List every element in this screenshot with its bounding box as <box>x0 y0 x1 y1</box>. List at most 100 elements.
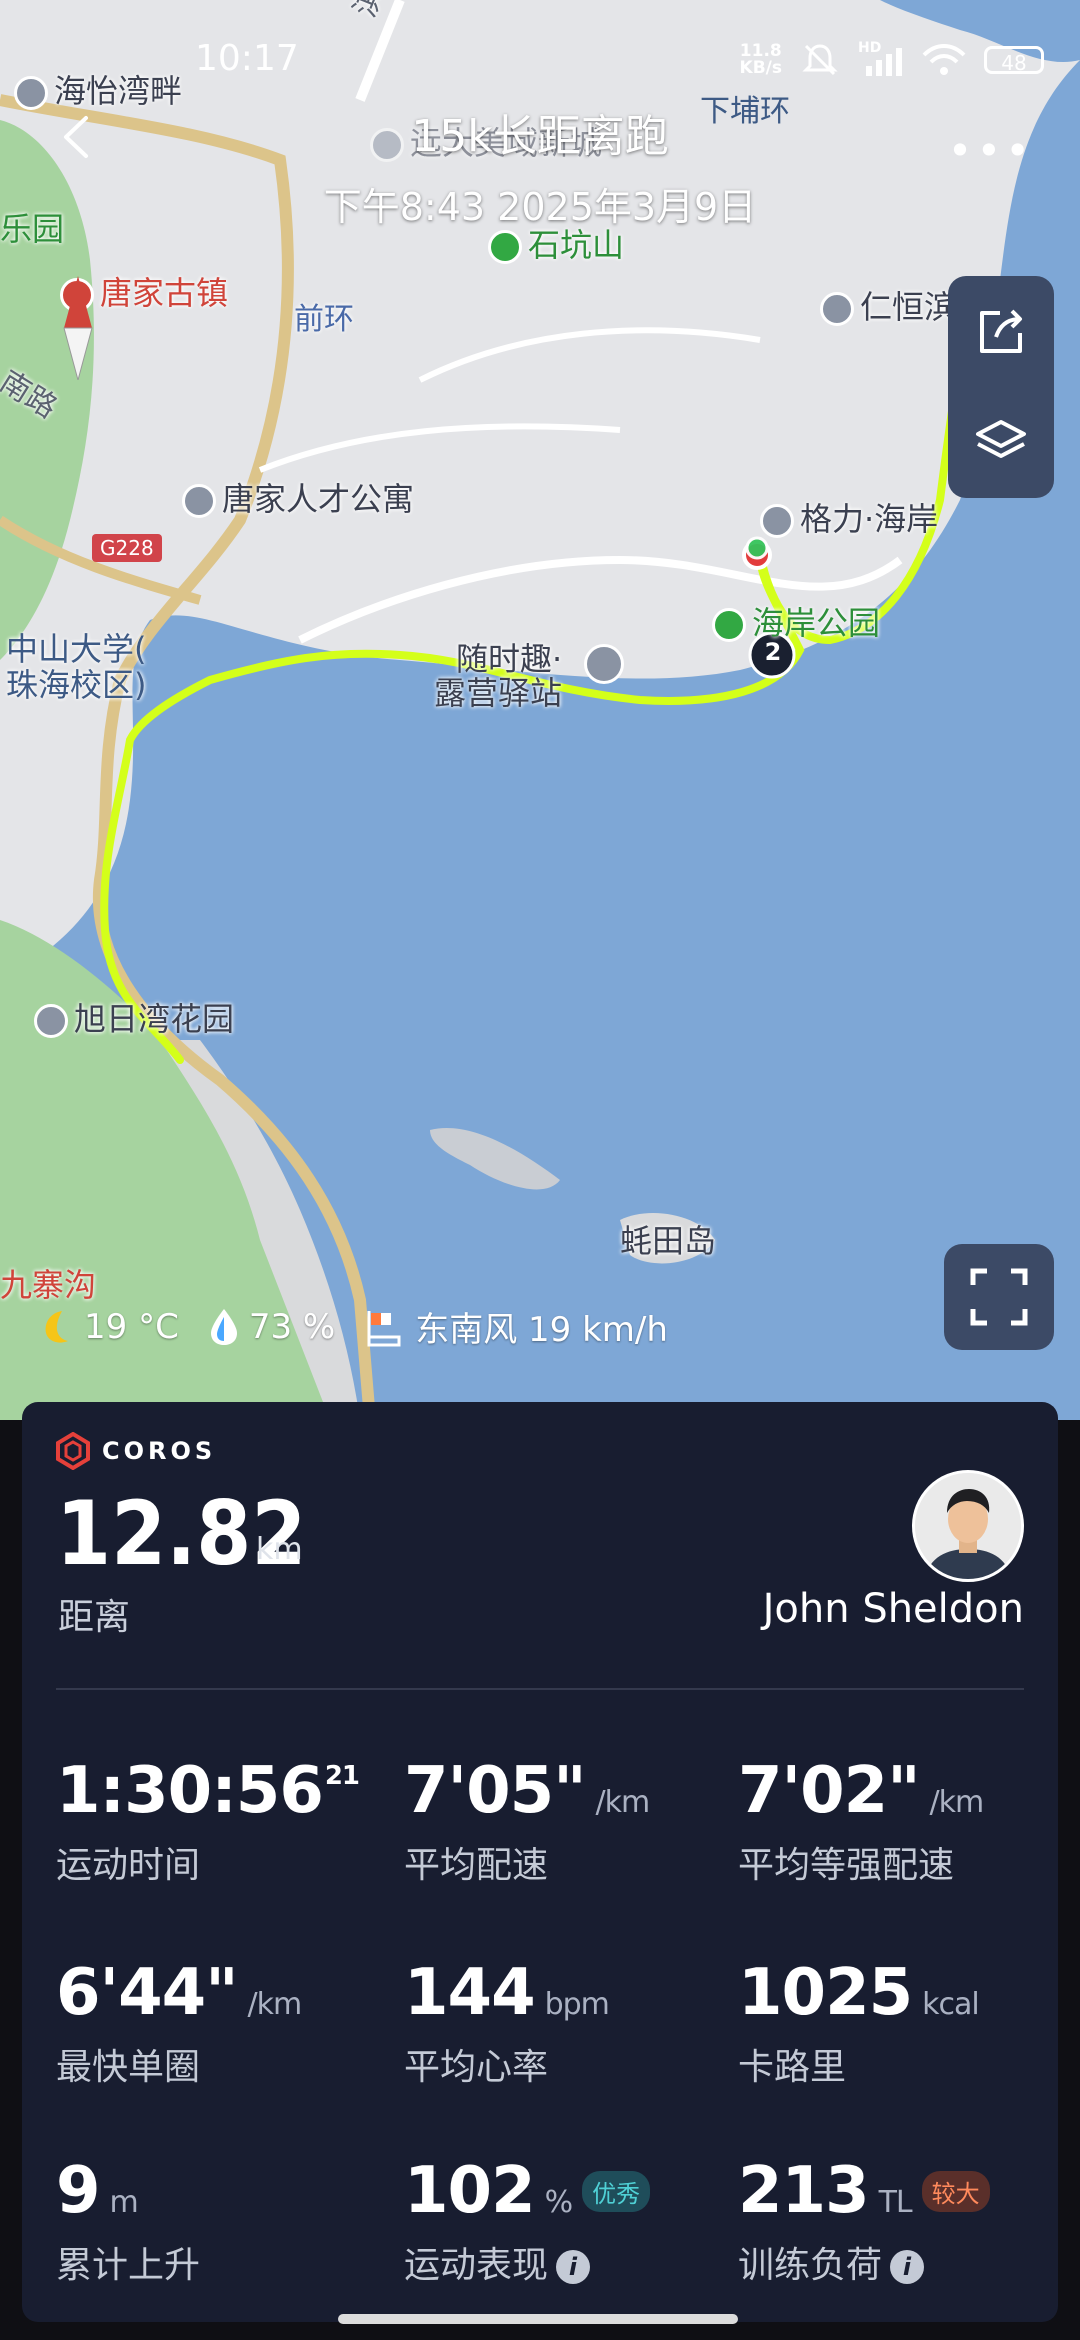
map-label-text: 石坑山 <box>528 226 625 264</box>
stat-value: 1025 kcal <box>738 1956 1068 2030</box>
status-icons: 11.8 KB/s HD 48 <box>740 40 1044 78</box>
poi-pin-icon <box>34 1004 68 1038</box>
stat-number: 1:30:56 <box>56 1754 324 1828</box>
stat-label: 平均心率 <box>404 2047 549 2088</box>
map-label: 九寨沟 <box>0 1266 97 1304</box>
home-indicator[interactable] <box>338 2314 738 2324</box>
wind: 东南风 19 km/h <box>415 1310 668 1350</box>
map-label-text: 海岸公园 <box>752 604 881 642</box>
stat-elevation-gain: 9m 累计上升 <box>56 2154 386 2288</box>
stat-unit: /km <box>595 1785 651 1820</box>
stat-training-load: 213 TL 较大 训练负荷 i <box>738 2154 1068 2288</box>
stat-avg-heart-rate: 144 bpm 平均心率 <box>404 1956 734 2090</box>
weather-row: 19 °C 73 % 东南风 19 km/h <box>36 1302 668 1351</box>
fullscreen-icon <box>970 1268 1028 1326</box>
map-tools <box>948 276 1054 498</box>
more-options-icon[interactable]: ••• <box>948 126 1034 175</box>
stat-value: 9m <box>56 2154 386 2228</box>
distance-label: 距离 <box>58 1597 131 1638</box>
info-icon[interactable]: i <box>556 2250 591 2284</box>
stat-unit: bpm <box>544 1987 610 2022</box>
stat-number: 1025 <box>738 1956 913 2030</box>
activity-datetime: 下午8:43 2025年3月9日 <box>323 185 757 229</box>
stat-performance: 102% 优秀 运动表现 i <box>404 2154 734 2288</box>
map-layers-button[interactable] <box>948 387 1054 498</box>
stat-avg-effort-pace: 7'02"/km 平均等强配速 <box>738 1754 1068 1888</box>
activity-header: 15k长距离跑 下午8:43 2025年3月9日 <box>0 100 1080 231</box>
map-label: 珠海校区) <box>6 666 147 704</box>
wind-flag-icon <box>367 1310 401 1346</box>
status-bar: 10:17 11.8 KB/s HD 48 <box>0 38 1080 88</box>
stat-value: 7'02"/km <box>738 1754 1068 1828</box>
stat-label: 平均等强配速 <box>738 1845 955 1886</box>
avatar[interactable] <box>912 1470 1024 1582</box>
stat-label: 平均配速 <box>404 1845 549 1886</box>
stat-label: 卡路里 <box>738 2047 847 2088</box>
stat-label-row: 训练负荷 i <box>738 2236 1068 2288</box>
stat-number: 9 <box>56 2154 101 2228</box>
stat-unit: % <box>544 2185 573 2220</box>
map-label: 旭日湾花园 <box>34 994 234 1040</box>
humidity: 73 % <box>248 1306 336 1347</box>
brand-name: COROS <box>102 1437 217 1465</box>
stat-calories: 1025 kcal 卡路里 <box>738 1956 1068 2090</box>
map-label-text: 唐家人才公寓 <box>222 480 415 518</box>
layers-icon <box>976 419 1026 458</box>
park-icon <box>712 608 746 642</box>
map-label-text: 旭日湾花园 <box>74 1000 235 1038</box>
training-load-badge: 较大 <box>921 2171 990 2212</box>
stat-label: 运动表现 <box>404 2245 549 2286</box>
battery-icon: 48 <box>984 46 1044 75</box>
compass-icon <box>63 276 93 380</box>
user-avatar-icon <box>915 1473 1021 1579</box>
stat-unit: /km <box>929 1785 985 1820</box>
stat-value: 1:30:5621 <box>56 1754 386 1828</box>
stat-label: 累计上升 <box>56 2245 201 2286</box>
stat-number: 213 <box>738 2154 870 2228</box>
stat-unit: m <box>109 2185 139 2220</box>
stat-duration: 1:30:5621 运动时间 <box>56 1754 386 1888</box>
performance-badge: 优秀 <box>582 2171 651 2212</box>
map-label-text: 唐家古镇 <box>100 274 229 312</box>
network-speed: 11.8 KB/s <box>740 43 782 77</box>
user-name: John Sheldon <box>762 1586 1024 1632</box>
lap-marker: 2 <box>764 638 782 666</box>
network-speed-unit: KB/s <box>739 58 782 78</box>
stat-label: 运动时间 <box>56 1845 201 1886</box>
stat-unit: TL <box>878 2185 913 2220</box>
stat-label-row: 运动表现 i <box>404 2236 734 2288</box>
status-time: 10:17 <box>195 38 299 79</box>
stat-value: 144 bpm <box>404 1956 734 2030</box>
map-label: 露营驿站 <box>434 674 563 712</box>
mute-bell-icon <box>802 44 838 76</box>
map-label: 格力·海岸 <box>760 494 938 540</box>
stat-number: 7'02" <box>738 1754 921 1828</box>
activity-title: 15k长距离跑 <box>411 111 669 162</box>
stat-number: 102 <box>404 2154 536 2228</box>
map-label-text: 格力·海岸 <box>800 500 939 538</box>
map-label: 唐家人才公寓 <box>182 474 414 520</box>
share-icon <box>980 309 1022 353</box>
stat-number: 144 <box>404 1956 536 2030</box>
stat-number: 7'05" <box>404 1754 587 1828</box>
map-label: 蚝田岛 <box>620 1222 717 1260</box>
summary-card: COROS 12.82 km 距离 John Sheldon 1:30:5621… <box>22 1402 1058 2322</box>
stat-value: 102% 优秀 <box>404 2154 734 2228</box>
brand-logo: COROS <box>54 1432 216 1470</box>
highway-shield: G228 <box>92 534 162 562</box>
share-button[interactable] <box>948 276 1054 387</box>
temperature: 19 °C <box>84 1306 179 1347</box>
stat-unit: /km <box>247 1987 303 2022</box>
stat-unit: kcal <box>922 1987 980 2022</box>
stat-label: 最快单圈 <box>56 2047 201 2088</box>
stat-value: 7'05"/km <box>404 1754 734 1828</box>
stat-value: 6'44"/km <box>56 1956 386 2030</box>
coros-logo-icon <box>56 1432 90 1470</box>
poi-pin-icon <box>820 292 854 326</box>
info-icon[interactable]: i <box>890 2250 925 2284</box>
poi-pin-icon <box>760 504 794 538</box>
wifi-icon <box>922 44 966 75</box>
map-label: 前环 <box>294 302 354 337</box>
moon-icon <box>45 1310 68 1343</box>
fullscreen-button[interactable] <box>944 1244 1054 1350</box>
